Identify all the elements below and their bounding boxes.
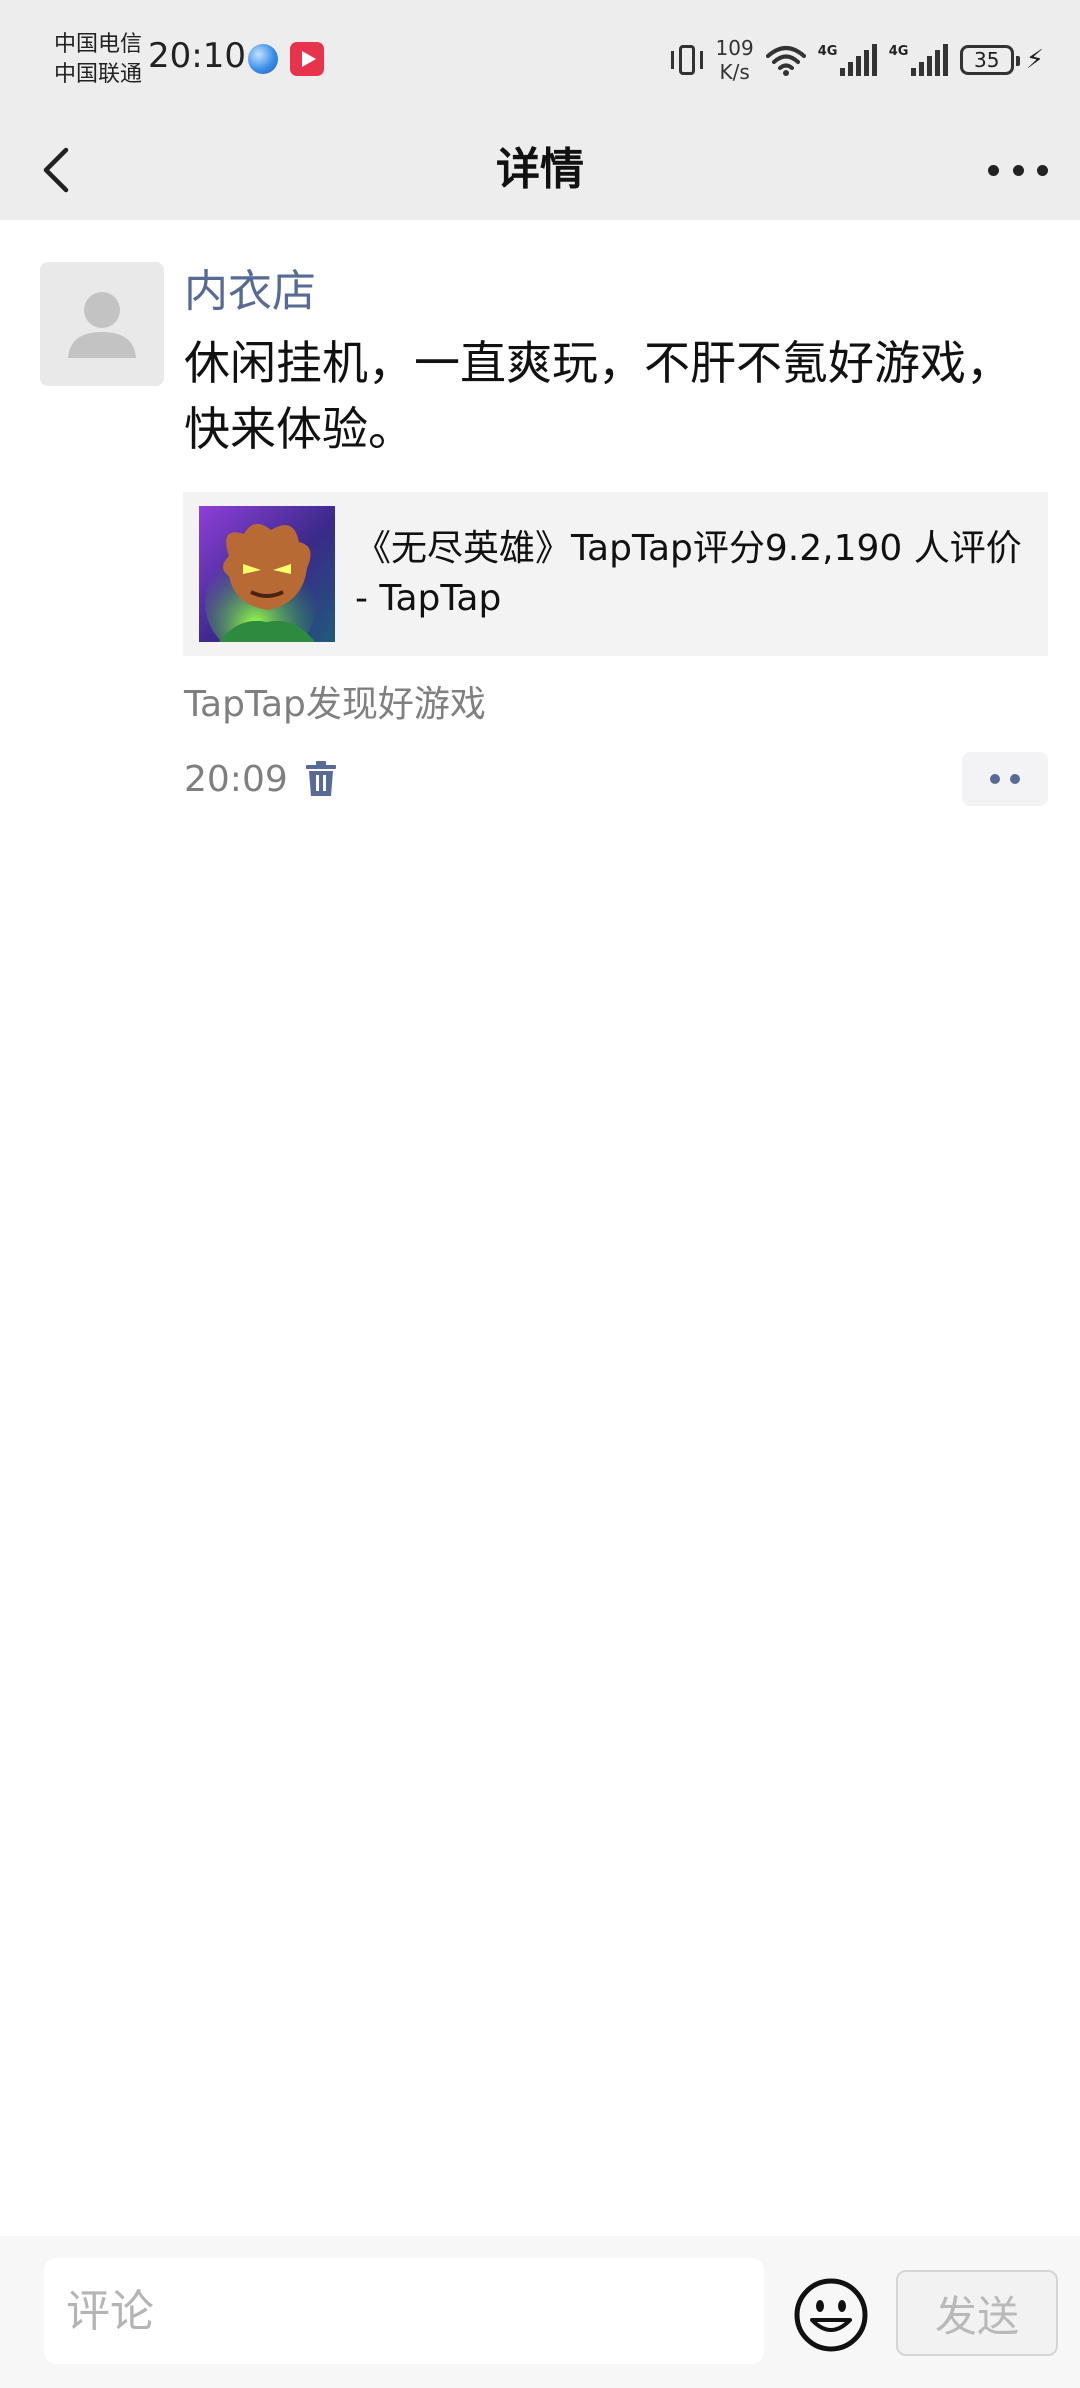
post-source[interactable]: TapTap发现好游戏: [184, 680, 486, 730]
wifi-icon: [765, 46, 806, 76]
network-speed-value: 109: [715, 36, 754, 60]
post-meta: 20:09: [184, 752, 338, 806]
game-thumbnail: [199, 506, 335, 642]
post-time: 20:09: [184, 758, 288, 800]
network-speed: 109 K/s: [716, 36, 754, 84]
send-button[interactable]: 发送: [896, 2270, 1058, 2356]
network-speed-unit: K/s: [719, 60, 750, 84]
avatar[interactable]: [40, 262, 164, 386]
more-dots-icon: [1012, 164, 1024, 176]
charging-icon: ⚡: [1025, 45, 1044, 75]
battery-level: 35: [974, 48, 1000, 72]
browser-app-icon: [248, 44, 278, 74]
comment-bar: 发送: [0, 2236, 1080, 2388]
comment-input[interactable]: [44, 2258, 764, 2364]
carrier-1: 中国电信: [54, 32, 143, 57]
signal-1-tag: 4G: [817, 44, 838, 59]
moments-detail-page: 中国电信 中国联通 20:10 109 K/s 4G 4G 35 ⚡ 详情 内衣…: [0, 0, 1080, 2388]
vibrate-icon: [670, 43, 704, 77]
emoji-icon[interactable]: [792, 2276, 870, 2354]
signal-icon: 4G: [889, 44, 948, 76]
back-button[interactable]: [28, 138, 92, 202]
status-time: 20:10: [148, 36, 246, 76]
status-indicators: 109 K/s 4G 4G 35 ⚡: [670, 32, 1044, 88]
more-options-button[interactable]: [988, 150, 1048, 190]
video-app-icon: [290, 42, 324, 76]
link-card-title: 《无尽英雄》TapTap评分9.2,190 人评价 - TapTap: [355, 528, 1022, 619]
author-name[interactable]: 内衣店: [184, 262, 316, 322]
trash-icon[interactable]: [304, 760, 338, 798]
more-dots-icon: [1037, 164, 1048, 176]
page-title: 详情: [496, 144, 584, 195]
more-dots-icon: [1010, 774, 1020, 784]
more-dots-icon: [990, 774, 1000, 784]
more-dots-icon: [988, 164, 999, 176]
signal-2-tag: 4G: [888, 44, 909, 59]
status-bar: 中国电信 中国联通 20:10 109 K/s 4G 4G 35 ⚡: [0, 0, 1080, 120]
link-card[interactable]: 《无尽英雄》TapTap评分9.2,190 人评价 - TapTap: [183, 492, 1048, 656]
battery-icon: 35: [959, 45, 1020, 75]
signal-icon: 4G: [818, 44, 877, 76]
post-text: 休闲挂机，一直爽玩，不肝不氪好游戏，快来体验。: [184, 336, 1012, 456]
comment-like-button[interactable]: [962, 752, 1048, 806]
title-bar: 详情: [0, 120, 1080, 220]
default-avatar-icon: [68, 292, 136, 358]
carrier-names: 中国电信 中国联通: [54, 30, 142, 90]
carrier-2: 中国联通: [54, 62, 143, 87]
